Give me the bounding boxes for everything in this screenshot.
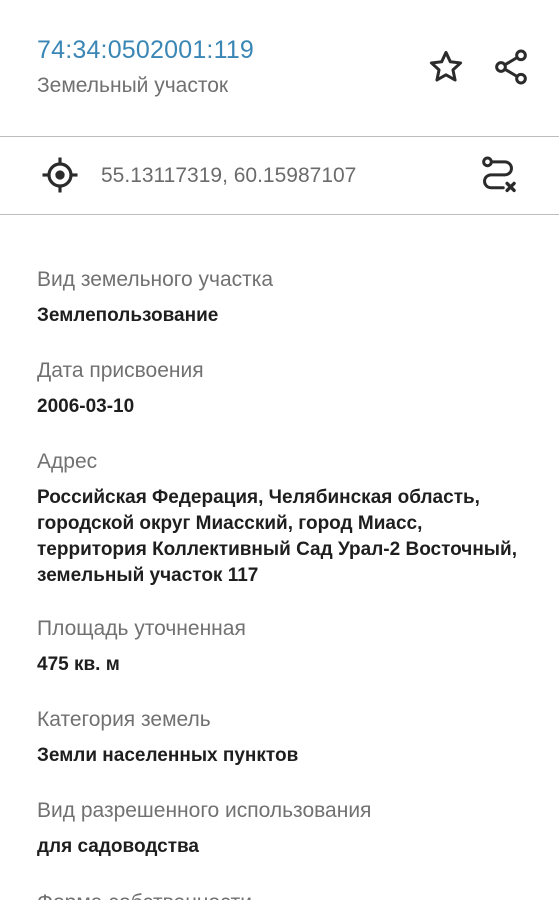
locate-button[interactable] — [36, 151, 84, 199]
field-label: Категория земель — [37, 708, 211, 731]
field-land-category: Категория земель Земли населенных пункто… — [37, 707, 527, 769]
route-icon — [482, 156, 516, 193]
field-assignment-date: Дата присвоения 2006-03-10 — [37, 358, 527, 420]
coordinates-text[interactable]: 55.13117319, 60.15987107 — [101, 164, 356, 188]
details-list[interactable]: Вид земельного участка Землепользование … — [0, 215, 559, 900]
field-value: Земли населенных пунктов — [37, 745, 299, 766]
field-value: для садоводства — [37, 836, 199, 857]
field-label: Адрес — [37, 450, 98, 473]
share-button[interactable] — [487, 43, 535, 91]
field-label: Площадь уточненная — [37, 617, 246, 640]
field-value: 475 кв. м — [37, 654, 120, 675]
object-type-label: Земельный участок — [37, 74, 229, 97]
field-land-type: Вид земельного участка Землепользование — [37, 267, 527, 329]
crosshair-icon — [42, 157, 78, 193]
header: 74:34:0502001:119 Земельный участок — [0, 0, 559, 137]
field-label: Вид земельного участка — [37, 268, 274, 291]
field-value: Российская Федерация, Челябинская област… — [37, 487, 517, 586]
share-icon — [495, 49, 527, 85]
field-label: Вид разрешенного использования — [37, 799, 372, 822]
favorite-button[interactable] — [422, 43, 470, 91]
field-address: Адрес Российская Федерация, Челябинская … — [37, 449, 527, 589]
field-area: Площадь уточненная 475 кв. м — [37, 616, 527, 678]
cadastral-number[interactable]: 74:34:0502001:119 — [37, 36, 254, 65]
field-value: 2006-03-10 — [37, 396, 135, 417]
field-value: Землепользование — [37, 305, 219, 326]
star-icon — [429, 50, 463, 82]
coordinates-bar: 55.13117319, 60.15987107 — [0, 137, 559, 215]
field-label: Дата присвоения — [37, 359, 204, 382]
field-label-partial: Форма собственности — [37, 891, 252, 900]
route-button[interactable] — [474, 151, 522, 199]
field-permitted-use: Вид разрешенного использования для садов… — [37, 798, 527, 860]
